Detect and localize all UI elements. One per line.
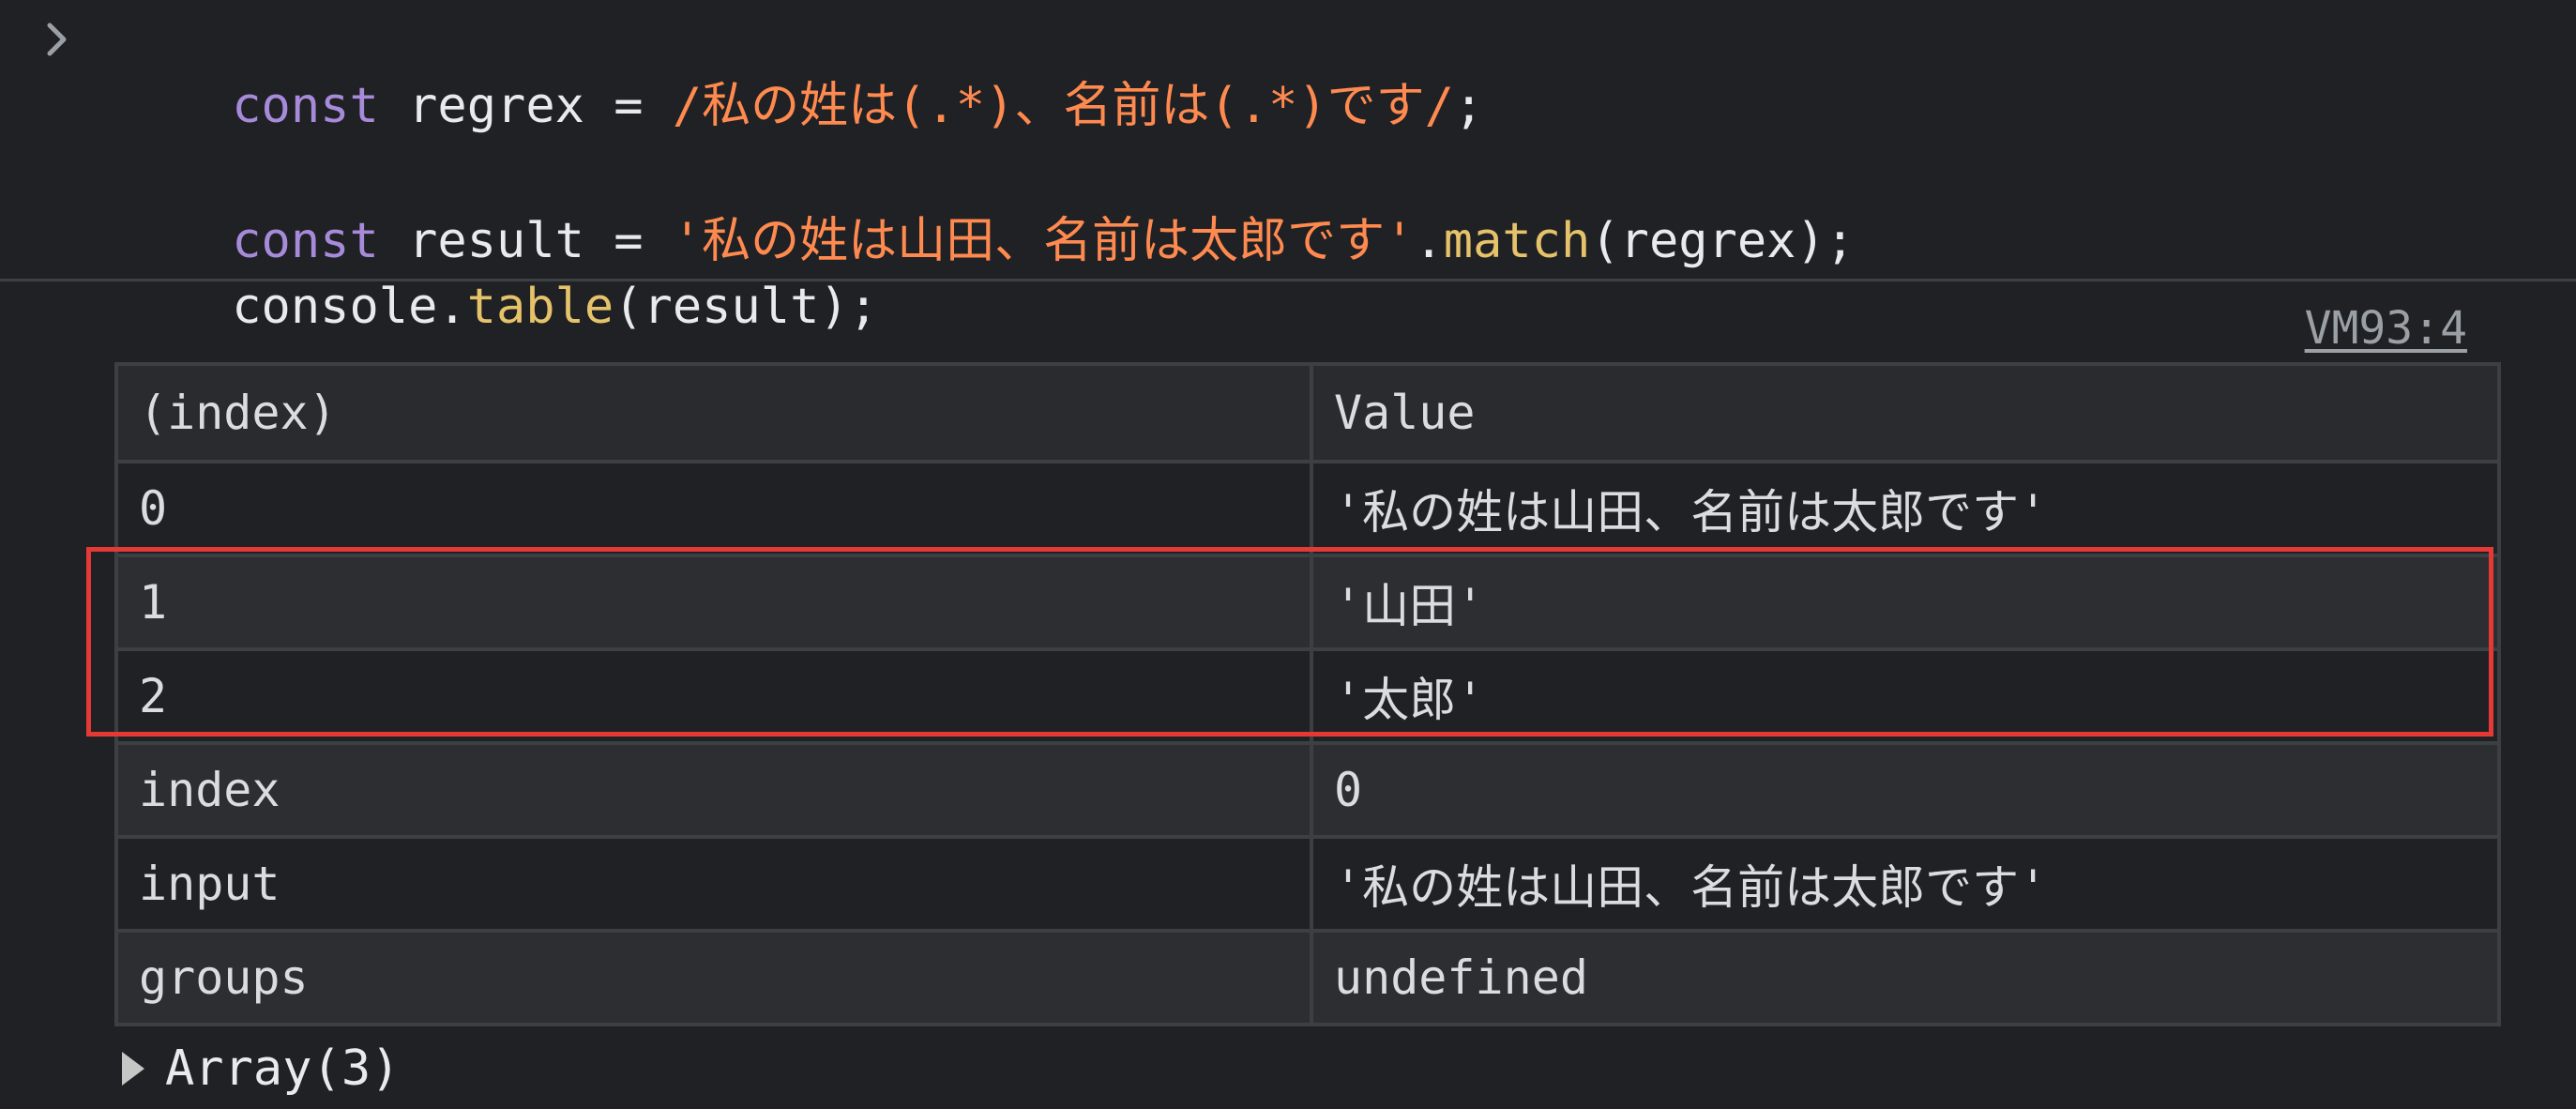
row-value-cell: undefined xyxy=(1310,929,2501,1026)
row-index-cell: index xyxy=(114,741,1313,839)
chevron-right-icon xyxy=(43,19,71,60)
table-row: index 0 xyxy=(114,741,2501,839)
table-row: 0 '私の姓は山田、名前は太郎です' xyxy=(114,460,2501,557)
row-value-cell: '山田' xyxy=(1310,554,2501,651)
code-token: table xyxy=(466,279,614,335)
code-token: /私の姓は(.*)、名前は(.*)です/ xyxy=(672,78,1454,134)
row-index-cell: 1 xyxy=(114,554,1313,651)
row-value-cell: '私の姓は山田、名前は太郎です' xyxy=(1310,460,2501,557)
row-value-cell: '太郎' xyxy=(1310,647,2501,745)
code-token: . xyxy=(1414,213,1444,269)
table-row: 1 '山田' xyxy=(114,554,2501,651)
table-row: input '私の姓は山田、名前は太郎です' xyxy=(114,835,2501,933)
source-link[interactable]: VM93:4 xyxy=(2305,298,2467,358)
code-token: const xyxy=(232,78,379,134)
array-summary-toggle[interactable]: Array(3) xyxy=(122,1036,400,1101)
table-row: 2 '太郎' xyxy=(114,647,2501,745)
array-summary-label: Array(3) xyxy=(165,1041,401,1097)
column-header-index[interactable]: (index) xyxy=(114,362,1313,463)
row-index-cell: input xyxy=(114,835,1313,933)
code-token: console. xyxy=(232,279,467,335)
console-table: (index) Value 0 '私の姓は山田、名前は太郎です' 1 '山田' … xyxy=(114,362,2501,1026)
code-token: ; xyxy=(1453,78,1484,134)
row-index-cell: 0 xyxy=(114,460,1313,557)
row-value-cell: 0 xyxy=(1310,741,2501,839)
column-header-value[interactable]: Value xyxy=(1310,362,2501,463)
code-token: (regrex); xyxy=(1590,213,1856,269)
row-value-cell: '私の姓は山田、名前は太郎です' xyxy=(1310,835,2501,933)
code-token: regrex = xyxy=(378,78,673,134)
table-row: groups undefined xyxy=(114,929,2501,1026)
code-token: (result); xyxy=(614,279,878,335)
triangle-right-icon xyxy=(122,1052,144,1086)
code-token: match xyxy=(1443,213,1591,269)
console-input-area[interactable]: const regrex = /私の姓は(.*)、名前は(.*)です/; con… xyxy=(0,0,2576,335)
table-header-row: (index) Value xyxy=(114,362,2501,463)
row-index-cell: groups xyxy=(114,929,1313,1026)
row-index-cell: 2 xyxy=(114,647,1313,745)
